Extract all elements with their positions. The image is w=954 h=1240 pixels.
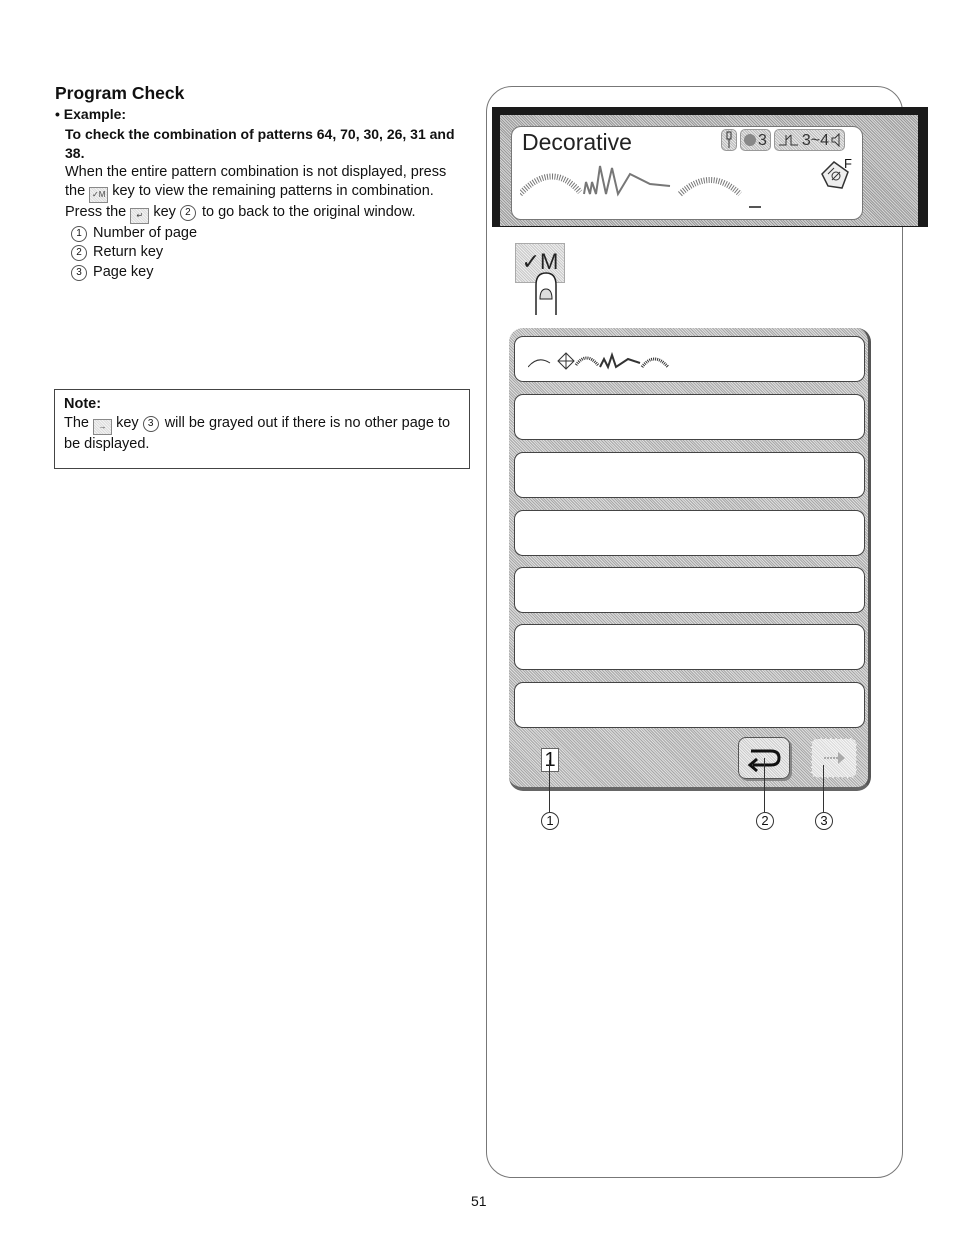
status-bar: 3 3~4	[721, 129, 846, 153]
length-chip: 3~4	[773, 129, 846, 151]
para2-text-a: Press the	[65, 204, 127, 221]
legend-number: 1	[71, 226, 87, 243]
note-text: The → key 3 will be grayed out if there …	[64, 414, 460, 454]
tension-chip: 3	[740, 129, 771, 151]
tension-dial-icon	[744, 134, 756, 146]
note-title: Note:	[64, 396, 102, 412]
legend-label: Number of page	[93, 225, 198, 242]
legend-label: Return key	[93, 244, 164, 261]
diamond-pattern	[557, 352, 575, 370]
legend-item: 1 Number of page	[65, 224, 465, 243]
pattern-row[interactable]	[514, 452, 865, 498]
legend-number: 3	[71, 264, 87, 281]
scallop-pattern-2	[640, 357, 670, 369]
stitch-pattern-1	[520, 173, 583, 197]
callout-leader	[764, 758, 765, 812]
para2-text-b: key	[153, 204, 176, 221]
return-key-icon: ↵	[130, 208, 150, 225]
example-label: • Example:	[55, 106, 127, 122]
zigzag-pattern	[599, 351, 641, 370]
callout-page-key: 3	[815, 812, 833, 830]
finger-icon	[535, 272, 557, 315]
page-number-indicator: 1	[541, 748, 559, 772]
para2-text-c: to go back to the original window.	[201, 204, 416, 221]
paragraph-1: When the entire pattern combination is n…	[65, 163, 465, 204]
multi-key-icon: ✓M	[89, 187, 109, 204]
pattern-row[interactable]	[514, 567, 865, 613]
note-text-a: The	[64, 415, 89, 431]
legend-label: Page key	[93, 263, 154, 280]
arc-pattern	[528, 359, 551, 368]
scallop-pattern	[574, 356, 600, 367]
speaker-icon	[831, 132, 840, 148]
legend-number: 2	[71, 245, 87, 262]
legend-item: 3 Page key	[65, 263, 465, 282]
section-title: Program Check	[55, 83, 185, 103]
presser-foot-label: F	[844, 156, 852, 171]
stitch-pattern-2	[583, 165, 671, 197]
legend-item: 2 Return key	[65, 243, 465, 262]
page-number: 51	[471, 1193, 487, 1209]
callout-leader	[823, 765, 824, 812]
tension-value: 3	[758, 131, 767, 149]
callout-leader	[549, 760, 550, 812]
row-pattern-preview	[528, 351, 670, 370]
needle-chip	[721, 129, 737, 151]
cursor-marker	[749, 206, 761, 208]
instructions: When the entire pattern combination is n…	[65, 163, 465, 282]
pattern-row[interactable]	[514, 394, 865, 440]
pattern-row[interactable]	[514, 624, 865, 670]
pattern-row[interactable]	[514, 682, 865, 728]
mode-title: Decorative	[522, 129, 632, 155]
pattern-row[interactable]	[514, 510, 865, 556]
needle-icon	[726, 131, 732, 148]
page-arrow-icon	[824, 752, 845, 764]
length-value: 3~4	[801, 131, 830, 149]
ref-number: 2	[179, 205, 196, 222]
paragraph-2: Press the ↵ key 2 to go back to the orig…	[65, 203, 465, 225]
note-box: Note: The → key 3 will be grayed out if …	[54, 389, 470, 469]
para1-text-b: key to view the remaining patterns in co…	[112, 183, 434, 200]
example-heading: To check the combination of patterns 64,…	[65, 126, 455, 161]
ref-number: 3	[142, 416, 159, 432]
stitch-pattern-3	[677, 177, 743, 197]
presser-height-icon	[778, 134, 798, 146]
stitch-preview	[520, 165, 743, 197]
page-key-icon: →	[93, 419, 113, 435]
callout-page-number: 1	[541, 812, 559, 830]
page-key-button[interactable]	[811, 738, 857, 778]
callout-return-key: 2	[756, 812, 774, 830]
note-text-b: key	[116, 415, 139, 431]
